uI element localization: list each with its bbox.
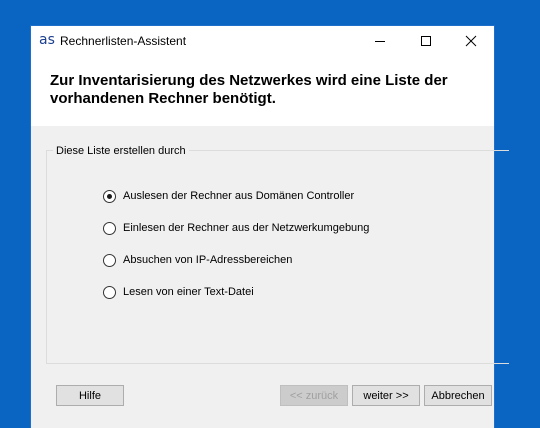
back-button[interactable]: << zurück bbox=[280, 385, 348, 406]
wizard-window: as Rechnerlisten-Assistent Zur Inventari… bbox=[31, 26, 509, 428]
app-logo-icon: as bbox=[39, 32, 55, 48]
option-label: Lesen von einer Text-Datei bbox=[123, 286, 254, 298]
minimize-icon bbox=[375, 40, 385, 42]
option-domain-controller[interactable]: Auslesen der Rechner aus Domänen Control… bbox=[103, 188, 354, 204]
maximize-icon bbox=[421, 35, 431, 46]
close-icon bbox=[465, 35, 477, 46]
option-network-environment[interactable]: Einlesen der Rechner aus der Netzwerkumg… bbox=[103, 220, 369, 236]
radio-button-checked[interactable] bbox=[103, 189, 116, 203]
header-text: Zur Inventarisierung des Netzwerkes wird… bbox=[50, 72, 448, 107]
next-button[interactable]: weiter >> bbox=[352, 385, 420, 406]
option-label: Einlesen der Rechner aus der Netzwerkumg… bbox=[123, 222, 370, 234]
radio-button[interactable] bbox=[103, 285, 116, 299]
option-label: Auslesen der Rechner aus Domänen Control… bbox=[123, 190, 355, 202]
radio-button[interactable] bbox=[103, 253, 116, 267]
option-ip-range[interactable]: Absuchen von IP-Adressbereichen bbox=[103, 252, 292, 268]
groupbox-legend: Diese Liste erstellen durch bbox=[53, 145, 189, 157]
option-label: Absuchen von IP-Adressbereichen bbox=[123, 254, 293, 266]
help-button[interactable]: Hilfe bbox=[56, 385, 124, 406]
wizard-header: Zur Inventarisierung des Netzwerkes wird… bbox=[31, 55, 494, 126]
minimize-button[interactable] bbox=[357, 26, 403, 55]
close-button[interactable] bbox=[448, 26, 494, 55]
cancel-button[interactable]: Abbrechen bbox=[424, 385, 492, 406]
option-text-file[interactable]: Lesen von einer Text-Datei bbox=[103, 284, 254, 300]
title-bar[interactable]: as Rechnerlisten-Assistent bbox=[31, 26, 494, 55]
radio-button[interactable] bbox=[103, 221, 116, 235]
window-title: Rechnerlisten-Assistent bbox=[60, 34, 187, 48]
maximize-button[interactable] bbox=[403, 26, 449, 55]
